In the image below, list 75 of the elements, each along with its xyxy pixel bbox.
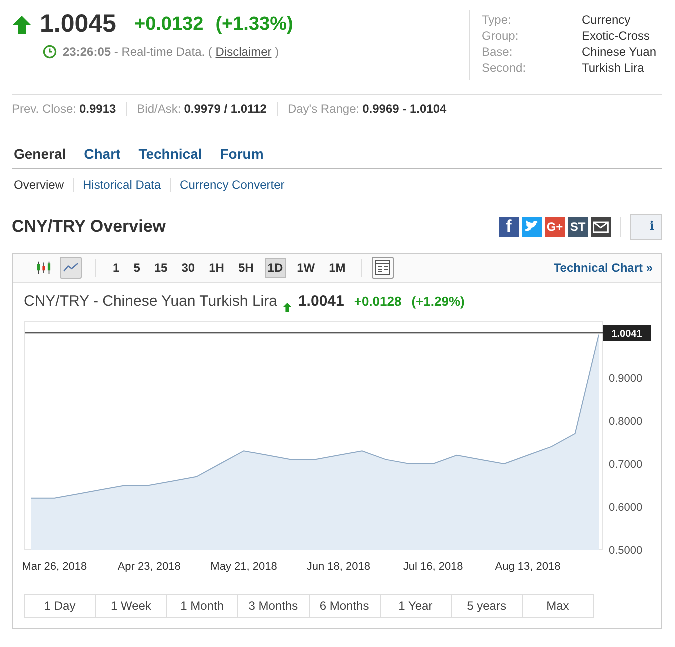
subnav-tab[interactable]: Historical Data: [83, 178, 162, 192]
section-title: CNY/TRY Overview: [12, 217, 166, 237]
y-axis-label: 0.7000: [609, 458, 643, 471]
stat-label: Bid/Ask:: [137, 102, 182, 116]
subnav-tab[interactable]: Overview: [14, 178, 64, 192]
candlestick-icon: [36, 261, 52, 275]
up-arrow-icon: [12, 14, 32, 34]
interval-button[interactable]: 1W: [294, 258, 318, 278]
interval-button[interactable]: 30: [178, 258, 198, 278]
info-label: Second:: [482, 60, 528, 76]
nav-tab[interactable]: Technical: [138, 146, 202, 162]
price-change: +0.0132: [134, 14, 204, 36]
y-axis-label: 0.6000: [609, 502, 643, 514]
realtime-note: 23:26:05 - Real-time Data. ( Disclaimer ): [63, 45, 280, 59]
interval-button[interactable]: 1H: [206, 258, 228, 278]
share-button[interactable]: ST: [568, 217, 588, 237]
interval-button[interactable]: 1D: [264, 258, 286, 278]
info-button[interactable]: i: [630, 214, 662, 240]
period-button[interactable]: 3 Months: [237, 595, 308, 617]
nav-tab[interactable]: Forum: [220, 146, 264, 162]
info-label: Base:: [482, 44, 514, 60]
x-axis-label: Jun 18, 2018: [306, 561, 370, 573]
y-axis-label: 0.5000: [609, 545, 643, 557]
y-axis-label: 0.8000: [609, 416, 643, 428]
nav-tab[interactable]: Chart: [84, 146, 121, 162]
info-value: Turkish Lira: [582, 60, 644, 76]
layout-icon: [374, 260, 391, 276]
x-axis-label: May 21, 2018: [210, 561, 278, 573]
period-button[interactable]: 1 Year: [380, 595, 451, 617]
technical-chart-link[interactable]: Technical Chart »: [554, 261, 653, 275]
interval-button[interactable]: 5: [130, 258, 144, 278]
subnav-tab[interactable]: Currency Converter: [180, 178, 285, 192]
chart-price: 1.0041: [298, 293, 344, 310]
x-axis-label: Jul 16, 2018: [403, 561, 464, 573]
period-button[interactable]: 1 Month: [166, 595, 238, 617]
last-price: 1.0045: [40, 10, 116, 39]
x-axis-label: Aug 13, 2018: [495, 561, 561, 573]
ref-line-label: 1.0041: [612, 329, 643, 340]
stat-value: 0.9979 / 1.0112: [184, 102, 267, 116]
up-arrow-icon: [283, 303, 292, 312]
interval-button[interactable]: 1: [110, 258, 123, 278]
info-label: Type:: [482, 12, 512, 28]
email-share-button[interactable]: [591, 217, 611, 237]
period-button[interactable]: 5 years: [450, 595, 522, 617]
disclaimer-link[interactable]: Disclaimer: [216, 45, 272, 59]
share-button[interactable]: G+: [545, 217, 565, 237]
share-button[interactable]: [522, 217, 542, 237]
x-axis-label: Mar 26, 2018: [22, 561, 88, 573]
x-axis-label: Apr 23, 2018: [118, 561, 181, 573]
info-value: Currency: [582, 12, 631, 28]
layout-button[interactable]: [372, 257, 394, 279]
stat-label: Prev. Close:: [12, 102, 76, 116]
y-axis-label: 0.9000: [609, 372, 643, 385]
line-chart-button[interactable]: [60, 257, 82, 279]
period-button[interactable]: 1 Day: [25, 595, 96, 617]
interval-button[interactable]: 5H: [235, 258, 257, 278]
interval-button[interactable]: 15: [151, 258, 171, 278]
chart-change: +0.0128: [354, 294, 402, 309]
clock-icon: [43, 45, 57, 59]
period-button[interactable]: 1 Week: [95, 595, 166, 617]
percent-change: (+1.33%): [216, 14, 294, 36]
period-button[interactable]: 6 Months: [308, 595, 380, 617]
stat-value: 0.9913: [79, 102, 116, 116]
stat-label: Day's Range:: [288, 102, 360, 116]
info-label: Group:: [482, 28, 520, 44]
current-price-tag: 1.0041: [603, 325, 651, 342]
info-value: Exotic-Cross: [582, 28, 650, 44]
nav-tab[interactable]: General: [14, 146, 66, 162]
stat-value: 0.9969 - 1.0104: [362, 102, 447, 116]
chart-percent-change: (+1.29%): [412, 294, 465, 309]
chart-title: CNY/TRY - Chinese Yuan Turkish Lira: [24, 293, 278, 310]
interval-button[interactable]: 1M: [326, 258, 349, 278]
share-button[interactable]: f: [499, 217, 519, 237]
info-value: Chinese Yuan: [582, 44, 657, 60]
period-button[interactable]: Max: [522, 595, 593, 617]
